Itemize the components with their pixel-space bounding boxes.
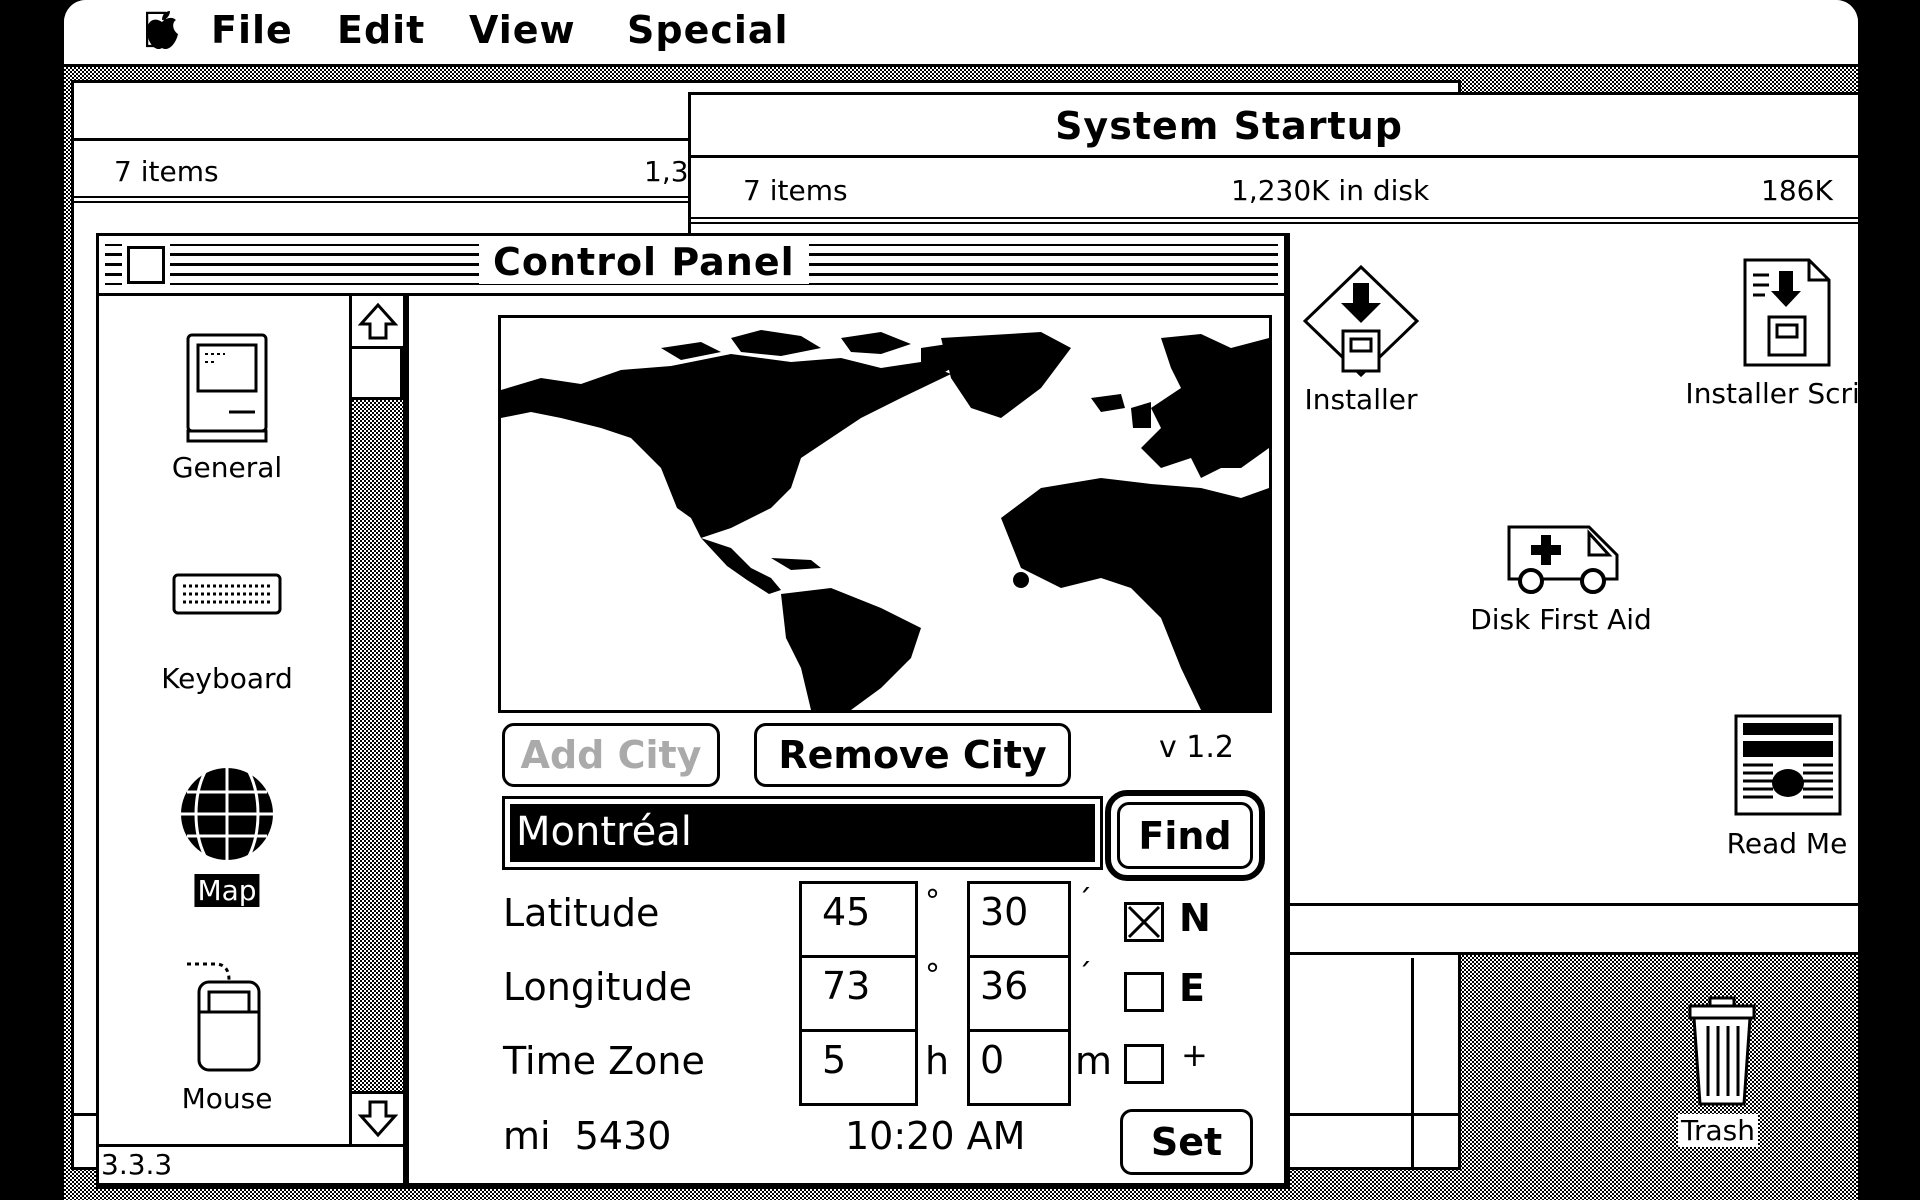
world-map-drawing xyxy=(501,330,1269,710)
close-box[interactable] xyxy=(127,246,165,284)
version-text: v 1.2 xyxy=(1159,730,1234,765)
set-button[interactable]: Set xyxy=(1120,1109,1253,1175)
info-bar: 7 items 1,230K in disk 186K xyxy=(691,158,1858,224)
globe-icon[interactable] xyxy=(179,766,275,862)
scroll-thumb[interactable] xyxy=(352,346,403,400)
find-button[interactable]: Find xyxy=(1117,802,1253,869)
available-space: 186K xyxy=(1761,174,1833,207)
scrollbar-divider xyxy=(1411,958,1414,1168)
desktop-icon-label[interactable]: Trash xyxy=(1678,1114,1758,1147)
latitude-degrees-field[interactable]: 45 xyxy=(799,881,918,958)
desktop-icon-label[interactable]: Installer xyxy=(1301,383,1421,416)
minutes-unit: m xyxy=(1075,1039,1113,1083)
add-city-button[interactable]: Add City xyxy=(502,723,720,787)
longitude-degrees-field[interactable]: 73 xyxy=(799,955,918,1032)
installer-icon[interactable] xyxy=(1303,265,1419,377)
latitude-minutes-field[interactable]: 30 xyxy=(967,881,1071,958)
scroll-up-arrow-icon[interactable] xyxy=(358,302,398,342)
minute-symbol: ´ xyxy=(1077,958,1092,993)
screen:  File Edit View Special Syste 7 items 1… xyxy=(64,0,1858,1200)
version-label: 3.3.3 xyxy=(101,1148,173,1181)
desktop-icon-label[interactable]: Read Me xyxy=(1723,827,1851,860)
newspaper-icon[interactable] xyxy=(1733,713,1843,817)
desktop-icon-label[interactable]: Installer Script xyxy=(1682,377,1858,410)
checkmark-x-icon xyxy=(1127,905,1161,939)
panel-label-mouse[interactable]: Mouse xyxy=(178,1082,276,1115)
window-title[interactable]: System Startup xyxy=(691,95,1858,158)
disk-usage: 1,230K in disk xyxy=(1231,174,1430,207)
control-panel-window: Control Panel General Keyboard Map Mouse… xyxy=(96,233,1290,1189)
remove-city-button[interactable]: Remove City xyxy=(754,723,1071,787)
installer-script-icon[interactable] xyxy=(1741,257,1833,369)
north-label: N xyxy=(1179,896,1211,940)
menu-file[interactable]: File xyxy=(211,8,293,52)
keyboard-icon[interactable] xyxy=(171,572,283,616)
hours-unit: h xyxy=(925,1039,950,1083)
desktop-icon-label[interactable]: Disk First Aid xyxy=(1467,603,1655,636)
apple-icon[interactable] xyxy=(144,10,180,54)
scroll-down-arrow-icon[interactable] xyxy=(358,1098,398,1138)
longitude-minutes-field[interactable]: 36 xyxy=(967,955,1071,1032)
timezone-label: Time Zone xyxy=(503,1039,705,1083)
city-field[interactable]: Montréal xyxy=(502,796,1103,870)
scroll-track[interactable] xyxy=(352,346,403,1091)
world-map[interactable] xyxy=(498,315,1272,713)
menu-special[interactable]: Special xyxy=(627,8,789,52)
east-checkbox[interactable] xyxy=(1124,972,1164,1012)
time-readout: 10:20 AM xyxy=(845,1114,1026,1158)
window-title: Control Panel xyxy=(479,240,809,284)
distance-readout: mi 5430 xyxy=(503,1114,672,1158)
city-field-value: Montréal xyxy=(510,804,1095,862)
degree-symbol: ° xyxy=(925,884,940,919)
ambulance-icon[interactable] xyxy=(1505,523,1621,595)
find-button-default-ring: Find xyxy=(1105,790,1265,881)
degree-symbol: ° xyxy=(925,958,940,993)
mouse-icon[interactable] xyxy=(185,956,265,1074)
scrollbar[interactable] xyxy=(349,296,403,1144)
panel-label-map[interactable]: Map xyxy=(194,874,260,907)
plus-label: + xyxy=(1181,1036,1208,1074)
panel-label-keyboard[interactable]: Keyboard xyxy=(158,662,296,695)
compact-mac-icon[interactable] xyxy=(185,332,269,444)
panel-label-general[interactable]: General xyxy=(168,451,286,484)
item-count: 7 items xyxy=(743,174,848,207)
latitude-label: Latitude xyxy=(503,891,660,935)
disk-usage: 1,3 xyxy=(644,155,689,188)
menu-edit[interactable]: Edit xyxy=(337,8,425,52)
panel-list: General Keyboard Map Mouse 3.3.3 xyxy=(99,296,409,1186)
minute-symbol: ´ xyxy=(1077,884,1092,919)
timezone-minutes-field[interactable]: 0 xyxy=(967,1029,1071,1106)
trash-icon[interactable] xyxy=(1684,996,1760,1108)
timezone-plus-checkbox[interactable] xyxy=(1124,1044,1164,1084)
timezone-hours-field[interactable]: 5 xyxy=(799,1029,918,1106)
item-count: 7 items xyxy=(114,155,219,188)
longitude-label: Longitude xyxy=(503,965,692,1009)
north-checkbox[interactable] xyxy=(1124,902,1164,942)
east-label: E xyxy=(1179,966,1205,1010)
menu-bar:  File Edit View Special xyxy=(64,0,1858,67)
menu-view[interactable]: View xyxy=(469,8,576,52)
